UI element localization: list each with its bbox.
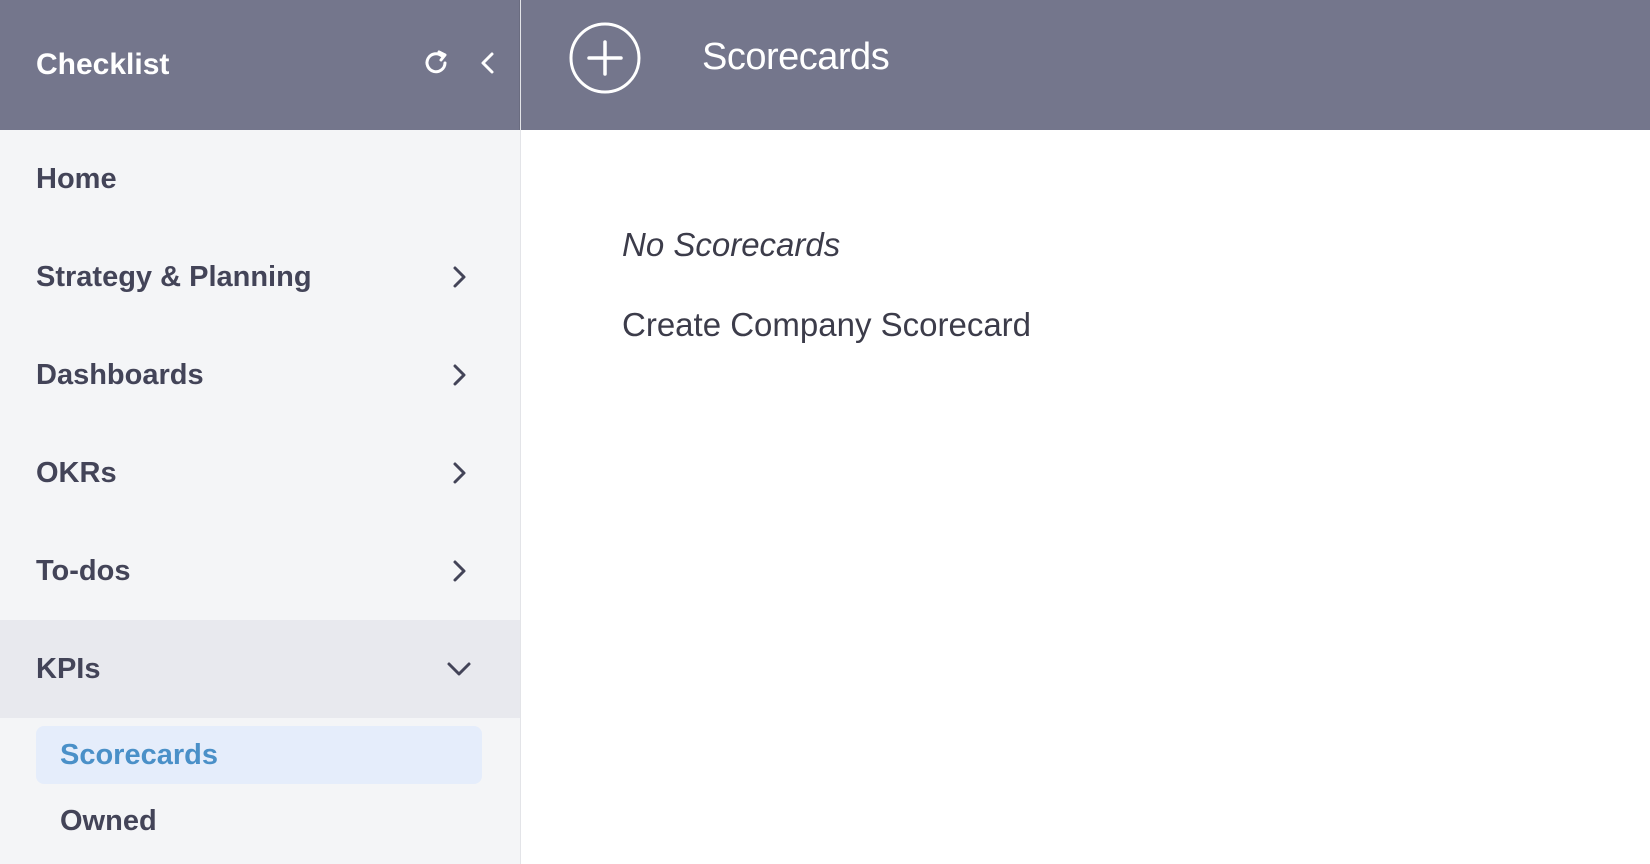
page-title: Scorecards [702,36,890,78]
sidebar-item-label: To-dos [36,554,131,587]
sidebar: Checklist Home Strategy & Planning Dashb… [0,0,521,864]
sidebar-item-dashboards[interactable]: Dashboards [0,326,520,424]
sidebar-item-strategy-planning[interactable]: Strategy & Planning [0,228,520,326]
sidebar-header: Checklist [0,0,520,130]
sidebar-subitem-scorecards[interactable]: Scorecards [36,726,482,784]
create-company-scorecard-link[interactable]: Create Company Scorecard [622,306,1031,344]
nav-list: Home Strategy & Planning Dashboards OKRs [0,130,520,718]
sidebar-subitem-owned[interactable]: Owned [36,792,482,850]
collapse-sidebar-button[interactable] [465,40,511,86]
refresh-icon [425,50,447,74]
sidebar-item-to-dos[interactable]: To-dos [0,522,520,620]
chevron-right-icon [443,359,475,391]
sidebar-item-label: Dashboards [36,358,204,391]
sidebar-subitem-label: Scorecards [60,738,218,771]
app: Checklist Home Strategy & Planning Dashb… [0,0,1650,864]
sidebar-item-label: Strategy & Planning [36,260,312,293]
sidebar-title: Checklist [36,48,170,81]
add-scorecard-button[interactable] [569,22,641,94]
sidebar-item-kpis[interactable]: KPIs [0,620,520,718]
chevron-left-icon [481,52,494,74]
main-header: Scorecards [521,0,1650,130]
plus-circle-icon [569,22,641,94]
chevron-down-icon [443,653,475,685]
sidebar-item-okrs[interactable]: OKRs [0,424,520,522]
sidebar-item-home[interactable]: Home [0,130,520,228]
sidebar-item-label: OKRs [36,456,117,489]
chevron-right-icon [443,457,475,489]
chevron-right-icon [443,555,475,587]
refresh-button[interactable] [414,40,460,86]
kpis-submenu: Scorecards Owned [0,718,520,850]
chevron-right-icon [443,261,475,293]
sidebar-item-label: Home [36,162,117,195]
sidebar-subitem-label: Owned [60,804,157,837]
empty-state-text: No Scorecards [622,226,841,263]
sidebar-item-label: KPIs [36,652,101,685]
